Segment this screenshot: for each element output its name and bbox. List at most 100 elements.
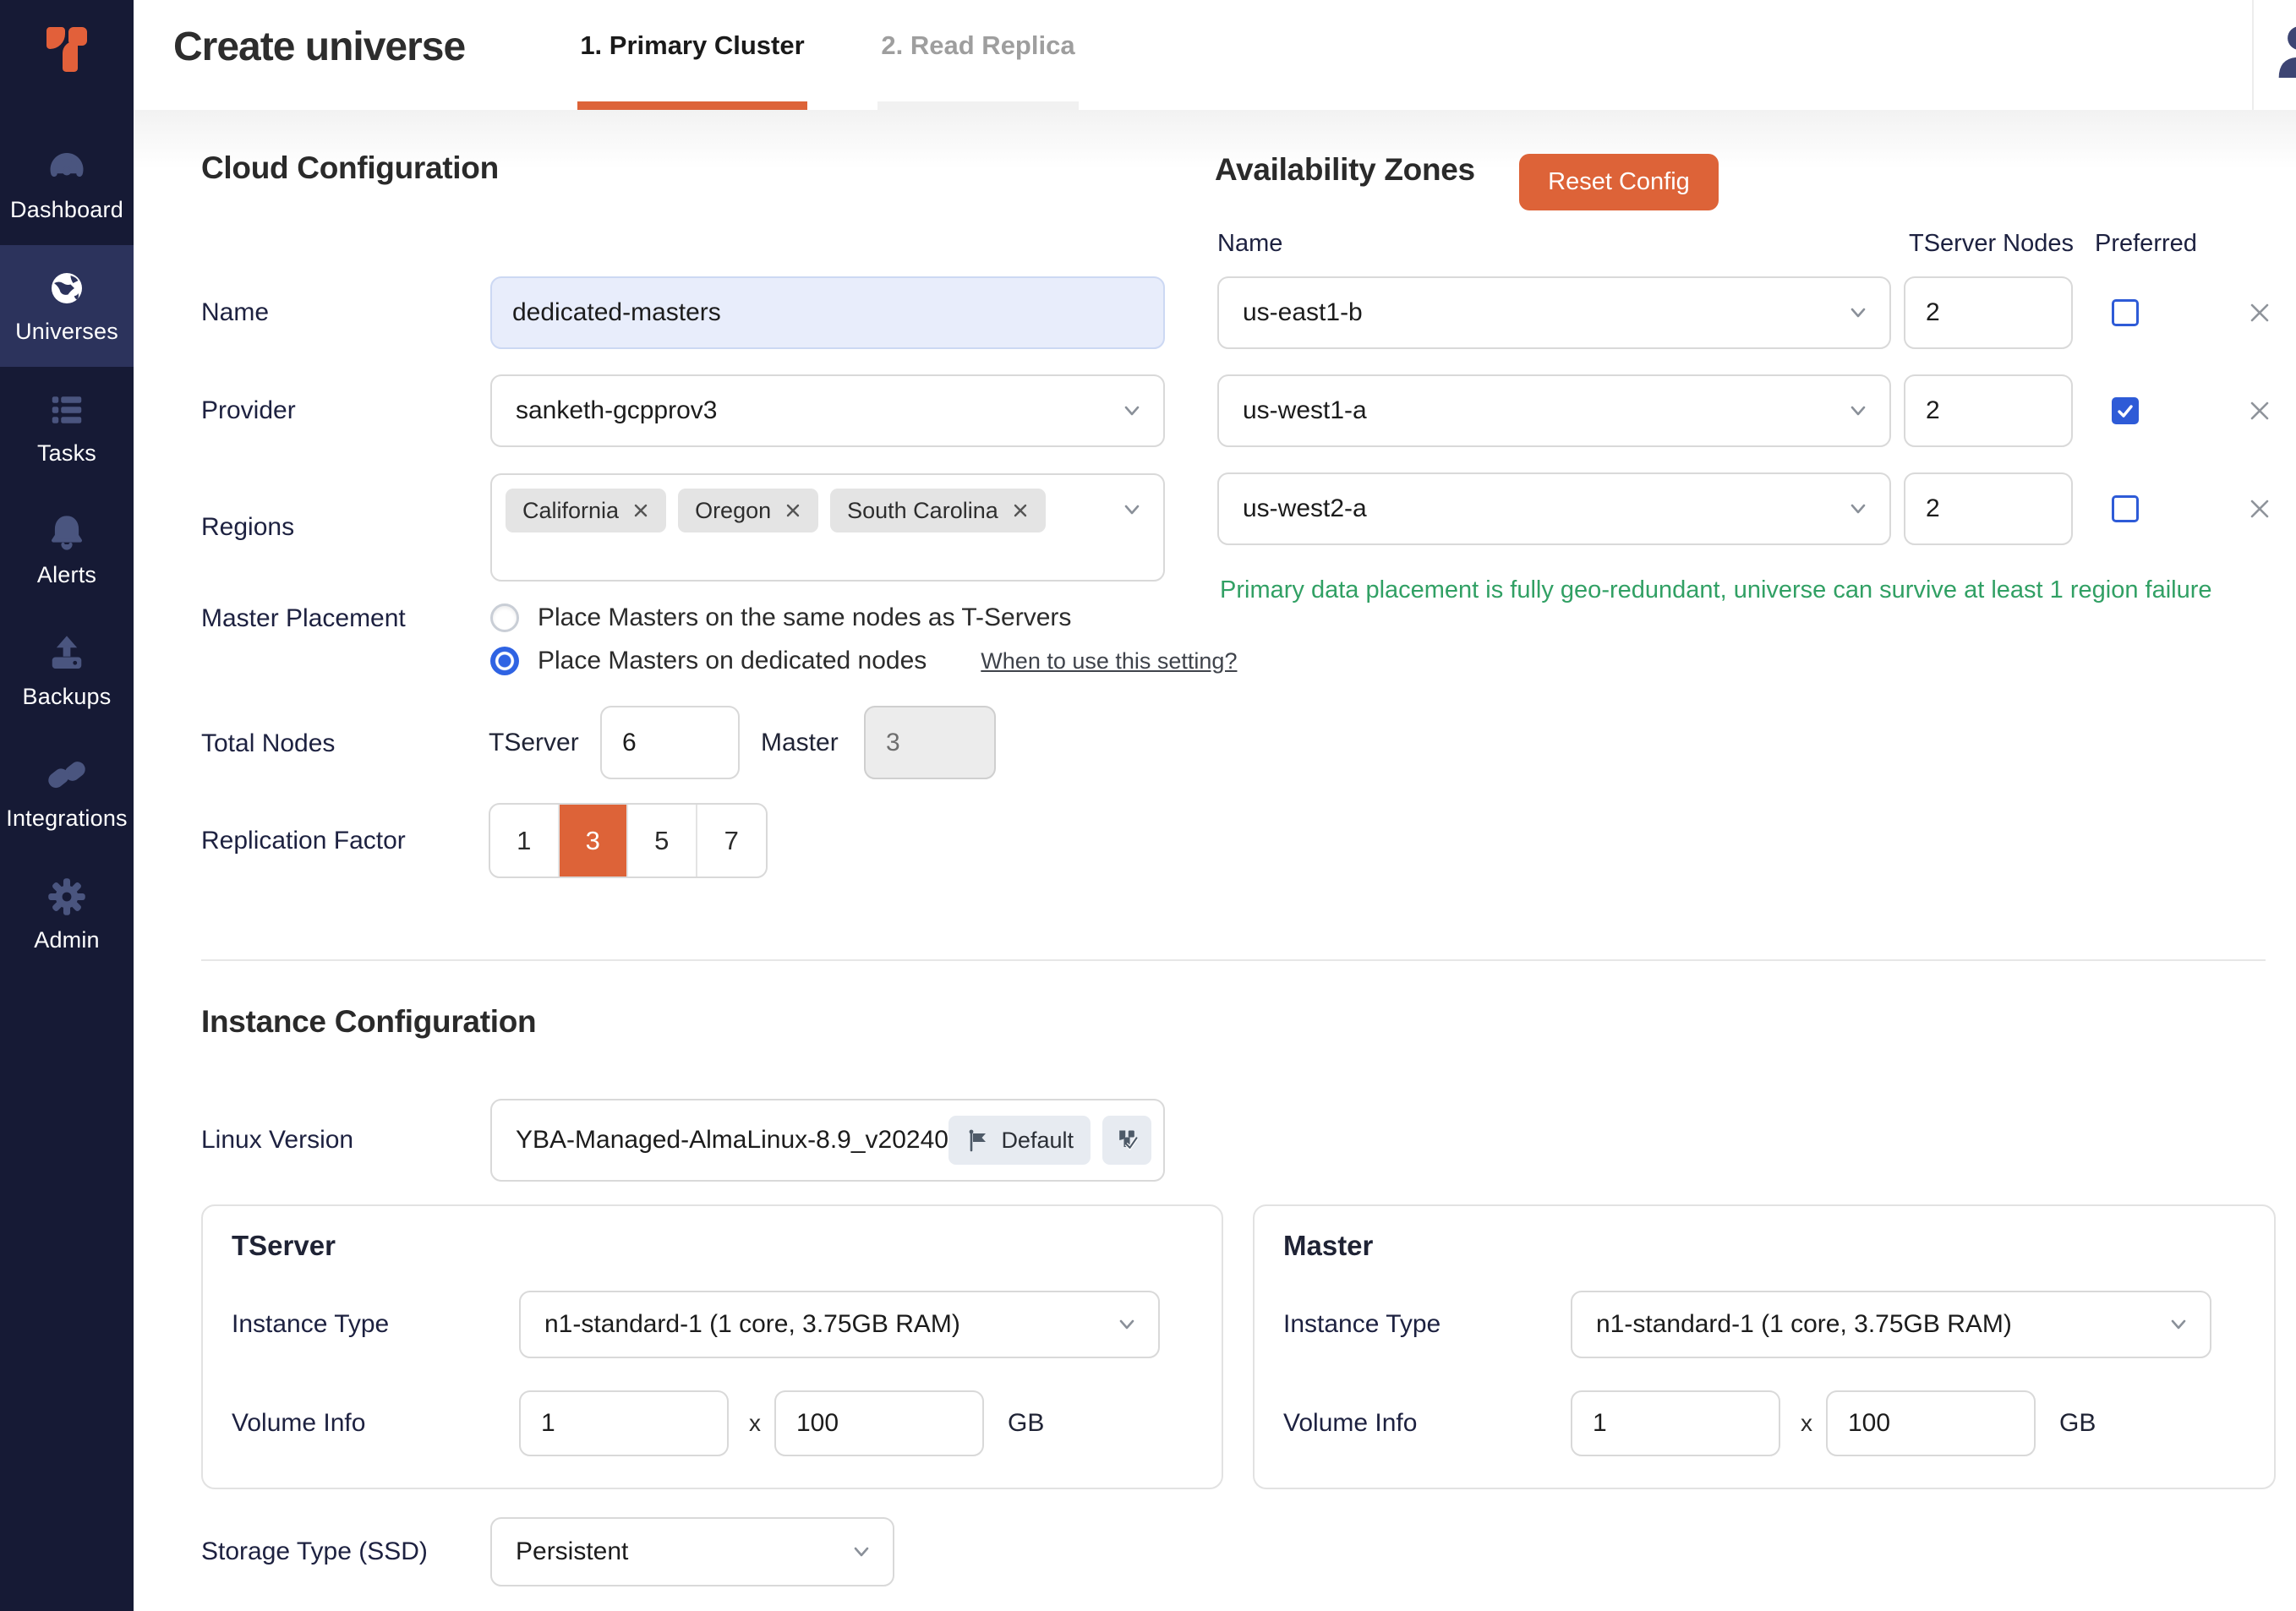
universe-name-input[interactable] xyxy=(490,276,1165,349)
sidebar-item-tasks[interactable]: Tasks xyxy=(0,367,134,489)
sidebar-item-label: Universes xyxy=(15,319,118,345)
az-zone-select[interactable]: us-east1-b xyxy=(1217,276,1891,349)
replication-factor-option-7[interactable]: 7 xyxy=(697,805,767,876)
integrations-link-icon xyxy=(46,755,87,795)
sidebar-item-label: Integrations xyxy=(6,806,128,832)
az-zone-value: us-west2-a xyxy=(1219,494,1845,523)
replication-factor-option-5[interactable]: 5 xyxy=(628,805,697,876)
tab-read-replica[interactable]: 2. Read Replica xyxy=(877,0,1079,110)
az-preferred-checkbox-unchecked[interactable] xyxy=(2112,495,2139,522)
reset-config-button[interactable]: Reset Config xyxy=(1519,154,1719,210)
az-preferred-checkbox-checked[interactable] xyxy=(2112,397,2139,424)
sidebar-item-label: Backups xyxy=(23,684,112,710)
sidebar-item-admin[interactable]: Admin xyxy=(0,854,134,975)
universes-globe-icon xyxy=(46,268,87,309)
checkmark-icon xyxy=(2115,401,2135,421)
az-zone-select[interactable]: us-west2-a xyxy=(1217,472,1891,545)
master-instance-type-select[interactable]: n1-standard-1 (1 core, 3.75GB RAM) xyxy=(1571,1291,2211,1358)
cloud-configuration-heading: Cloud Configuration xyxy=(201,150,499,186)
placement-option-same-nodes[interactable]: Place Masters on the same nodes as T-Ser… xyxy=(490,603,1071,633)
storage-type-label: Storage Type (SSD) xyxy=(201,1517,428,1586)
instance-configuration-heading: Instance Configuration xyxy=(201,1004,536,1040)
region-chip-label: South Carolina xyxy=(847,498,998,524)
master-volume-count-input[interactable] xyxy=(1571,1390,1780,1456)
master-volume-size-input[interactable] xyxy=(1826,1390,2036,1456)
tserver-volume-count-input[interactable] xyxy=(519,1390,729,1456)
chevron-down-icon xyxy=(2166,1312,2191,1337)
provider-select[interactable]: sanketh-gcpprov3 xyxy=(490,374,1165,447)
master-card-heading: Master xyxy=(1283,1230,1373,1262)
tserver-card-heading: TServer xyxy=(232,1230,336,1262)
az-remove-icon[interactable] xyxy=(2245,494,2274,523)
user-profile-icon[interactable] xyxy=(2276,22,2296,78)
sidebar-item-label: Dashboard xyxy=(10,197,123,223)
chevron-down-icon xyxy=(1114,1312,1140,1337)
sidebar-item-dashboard[interactable]: Dashboard xyxy=(0,123,134,245)
az-tserver-nodes-input[interactable] xyxy=(1904,276,2073,349)
default-badge: Default xyxy=(948,1116,1091,1165)
remove-region-icon[interactable] xyxy=(632,502,649,519)
az-tserver-nodes-input[interactable] xyxy=(1904,374,2073,447)
sidebar-item-alerts[interactable]: Alerts xyxy=(0,489,134,610)
az-remove-icon[interactable] xyxy=(2245,396,2274,425)
az-remove-icon[interactable] xyxy=(2245,298,2274,327)
master-nodes-input xyxy=(864,706,996,779)
sidebar-item-backups[interactable]: Backups xyxy=(0,610,134,732)
admin-gear-icon xyxy=(46,876,87,917)
header-divider xyxy=(2252,0,2254,110)
yugabyte-logo[interactable] xyxy=(0,0,134,123)
radio-selected-icon[interactable] xyxy=(490,647,519,675)
regions-multiselect[interactable]: California Oregon South Carolina xyxy=(490,473,1165,582)
region-chip: California xyxy=(506,489,666,532)
chevron-down-icon xyxy=(1845,398,1871,423)
backups-upload-icon xyxy=(46,633,87,674)
page-header: Create universe 1. Primary Cluster 2. Re… xyxy=(134,0,2296,110)
active-tab-indicator xyxy=(577,101,807,110)
tserver-volume-size-input[interactable] xyxy=(774,1390,984,1456)
az-tserver-nodes-input[interactable] xyxy=(1904,472,2073,545)
storage-type-value: Persistent xyxy=(492,1537,849,1566)
tab-label: 1. Primary Cluster xyxy=(577,30,807,61)
az-zone-value: us-west1-a xyxy=(1219,396,1845,425)
az-zone-select[interactable]: us-west1-a xyxy=(1217,374,1891,447)
placement-help-link[interactable]: When to use this setting? xyxy=(981,648,1237,674)
az-preferred-checkbox-unchecked[interactable] xyxy=(2112,299,2139,326)
alerts-bell-icon xyxy=(46,511,87,552)
tab-primary-cluster[interactable]: 1. Primary Cluster xyxy=(577,0,807,110)
availability-zones-heading: Availability Zones xyxy=(1215,152,1475,188)
total-nodes-label: Total Nodes xyxy=(201,729,335,758)
volume-unit-label: GB xyxy=(2059,1390,2096,1456)
master-count-label: Master xyxy=(761,706,839,779)
az-column-tserver-nodes: TServer Nodes xyxy=(1909,230,2074,258)
default-badge-label: Default xyxy=(1001,1128,1074,1154)
sidebar-item-label: Tasks xyxy=(37,440,96,467)
sidebar-item-integrations[interactable]: Integrations xyxy=(0,732,134,854)
region-chip: Oregon xyxy=(678,489,818,532)
chevron-down-icon xyxy=(849,1539,874,1565)
section-divider xyxy=(201,959,2266,961)
replication-factor-option-3[interactable]: 3 xyxy=(560,805,629,876)
inactive-tab-indicator xyxy=(877,101,1079,110)
linux-version-value: YBA-Managed-AlmaLinux-8.9_v20240515 xyxy=(492,1126,948,1155)
flag-icon xyxy=(965,1128,991,1153)
linux-version-select[interactable]: YBA-Managed-AlmaLinux-8.9_v20240515 Defa… xyxy=(490,1099,1165,1182)
tserver-config-card: TServer Instance Type n1-standard-1 (1 c… xyxy=(201,1204,1223,1489)
volume-multiply-label: x xyxy=(1801,1390,1812,1456)
yb-release-badge[interactable] xyxy=(1102,1116,1151,1165)
regions-label: Regions xyxy=(201,473,294,582)
radio-unselected-icon[interactable] xyxy=(490,603,519,632)
tserver-nodes-input[interactable] xyxy=(600,706,740,779)
tserver-instance-type-select[interactable]: n1-standard-1 (1 core, 3.75GB RAM) xyxy=(519,1291,1160,1358)
instance-type-label: Instance Type xyxy=(232,1291,389,1358)
placement-option-dedicated-nodes[interactable]: Place Masters on dedicated nodes When to… xyxy=(490,646,1237,676)
volume-unit-label: GB xyxy=(1008,1390,1044,1456)
provider-select-value: sanketh-gcpprov3 xyxy=(492,396,1119,425)
sidebar-item-universes[interactable]: Universes xyxy=(0,245,134,367)
replication-factor-option-1[interactable]: 1 xyxy=(490,805,560,876)
chevron-down-icon xyxy=(1845,300,1871,325)
remove-region-icon[interactable] xyxy=(784,502,801,519)
remove-region-icon[interactable] xyxy=(1012,502,1029,519)
region-chip: South Carolina xyxy=(830,489,1046,532)
chevron-down-icon xyxy=(1119,398,1145,423)
storage-type-select[interactable]: Persistent xyxy=(490,1517,894,1586)
